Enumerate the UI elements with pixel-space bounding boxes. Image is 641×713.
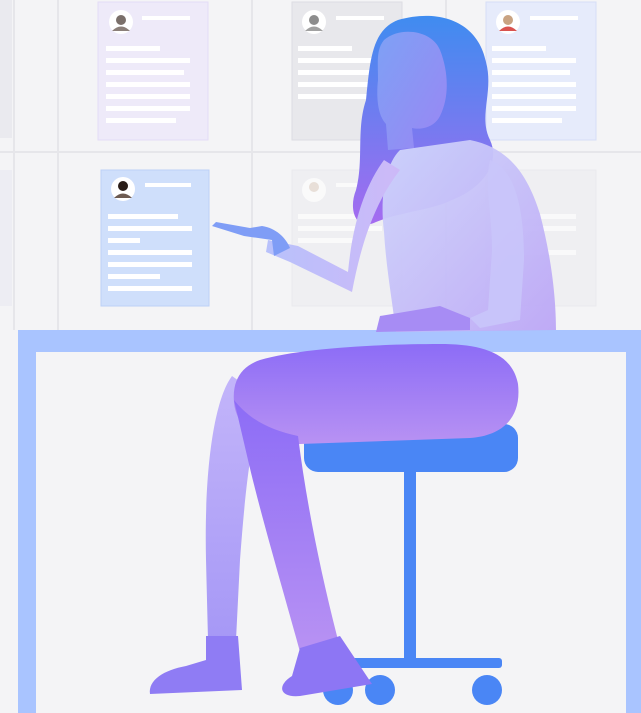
profile-card-icon: [97, 1, 209, 141]
hips: [233, 344, 519, 445]
profile-card-icon: [485, 1, 597, 141]
torso: [382, 140, 556, 332]
shoe-back: [149, 636, 242, 694]
profile-card-edge-mid: [0, 170, 12, 306]
profile-card-icon: [100, 169, 210, 307]
shoe-front: [282, 636, 372, 697]
illustration-canvas: [0, 0, 641, 713]
profile-card-edge-top: [0, 0, 12, 138]
